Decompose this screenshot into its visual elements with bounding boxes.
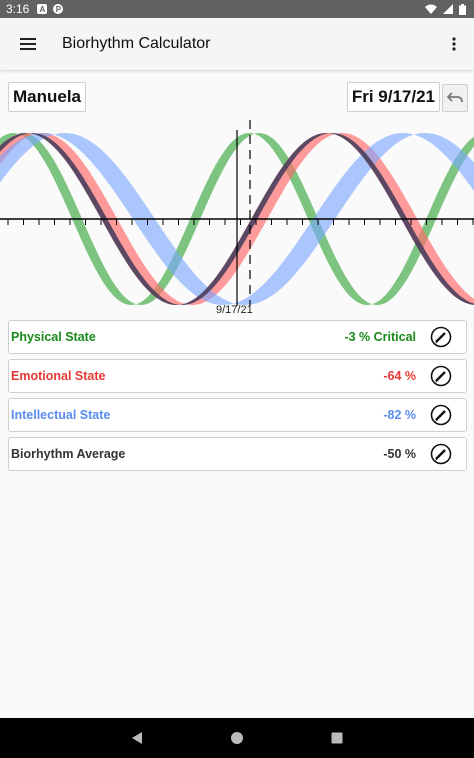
pencil-icon <box>430 443 452 465</box>
notification-icon: A <box>37 4 48 14</box>
pencil-icon <box>430 404 452 426</box>
status-time: 3:16 <box>6 2 30 16</box>
state-label-average: Biorhythm Average <box>11 447 126 461</box>
wifi-icon <box>425 4 437 14</box>
hamburger-icon <box>20 38 36 50</box>
state-value-physical: -3 % Critical <box>344 330 416 344</box>
edit-intellectual-button[interactable] <box>430 404 452 426</box>
more-vert-icon <box>452 37 456 51</box>
biorhythm-chart <box>0 120 474 306</box>
state-label-physical: Physical State <box>11 330 96 344</box>
nav-home-button[interactable] <box>187 718 287 758</box>
pencil-icon <box>430 326 452 348</box>
battery-icon <box>459 3 466 15</box>
state-row-intellectual: Intellectual State -82 % <box>8 398 467 432</box>
status-bar: 3:16 A P <box>0 0 474 18</box>
person-name-button[interactable]: Manuela <box>8 82 87 112</box>
state-row-physical: Physical State -3 % Critical <box>8 320 467 354</box>
state-value-emotional: -64 % <box>383 369 416 383</box>
undo-icon <box>447 92 463 103</box>
app-bar: Biorhythm Calculator <box>0 18 474 70</box>
menu-button[interactable] <box>0 18 56 70</box>
state-row-average: Biorhythm Average -50 % <box>8 437 467 471</box>
edit-physical-button[interactable] <box>430 326 452 348</box>
recents-icon <box>331 732 343 744</box>
system-nav-bar <box>0 718 474 758</box>
reset-date-button[interactable] <box>442 84 468 112</box>
overflow-menu-button[interactable] <box>434 18 474 70</box>
chart-date-marker-label: 9/17/21 <box>216 304 253 316</box>
edit-average-button[interactable] <box>430 443 452 465</box>
state-row-emotional: Emotional State -64 % <box>8 359 467 393</box>
state-value-average: -50 % <box>383 447 416 461</box>
signal-icon <box>443 4 453 14</box>
date-selector-button[interactable]: Fri 9/17/21 <box>346 82 440 112</box>
pencil-icon <box>430 365 452 387</box>
nav-back-button[interactable] <box>87 718 187 758</box>
state-value-intellectual: -82 % <box>383 408 416 422</box>
state-label-emotional: Emotional State <box>11 369 106 383</box>
nav-recents-button[interactable] <box>287 718 387 758</box>
back-icon <box>132 732 142 744</box>
status-icons <box>425 3 466 15</box>
edit-emotional-button[interactable] <box>430 365 452 387</box>
state-list: Physical State -3 % Critical Emotional S… <box>8 320 467 476</box>
home-icon <box>231 732 243 744</box>
state-label-intellectual: Intellectual State <box>11 408 111 422</box>
notification-icon-2: P <box>53 4 64 14</box>
app-title: Biorhythm Calculator <box>62 35 211 52</box>
